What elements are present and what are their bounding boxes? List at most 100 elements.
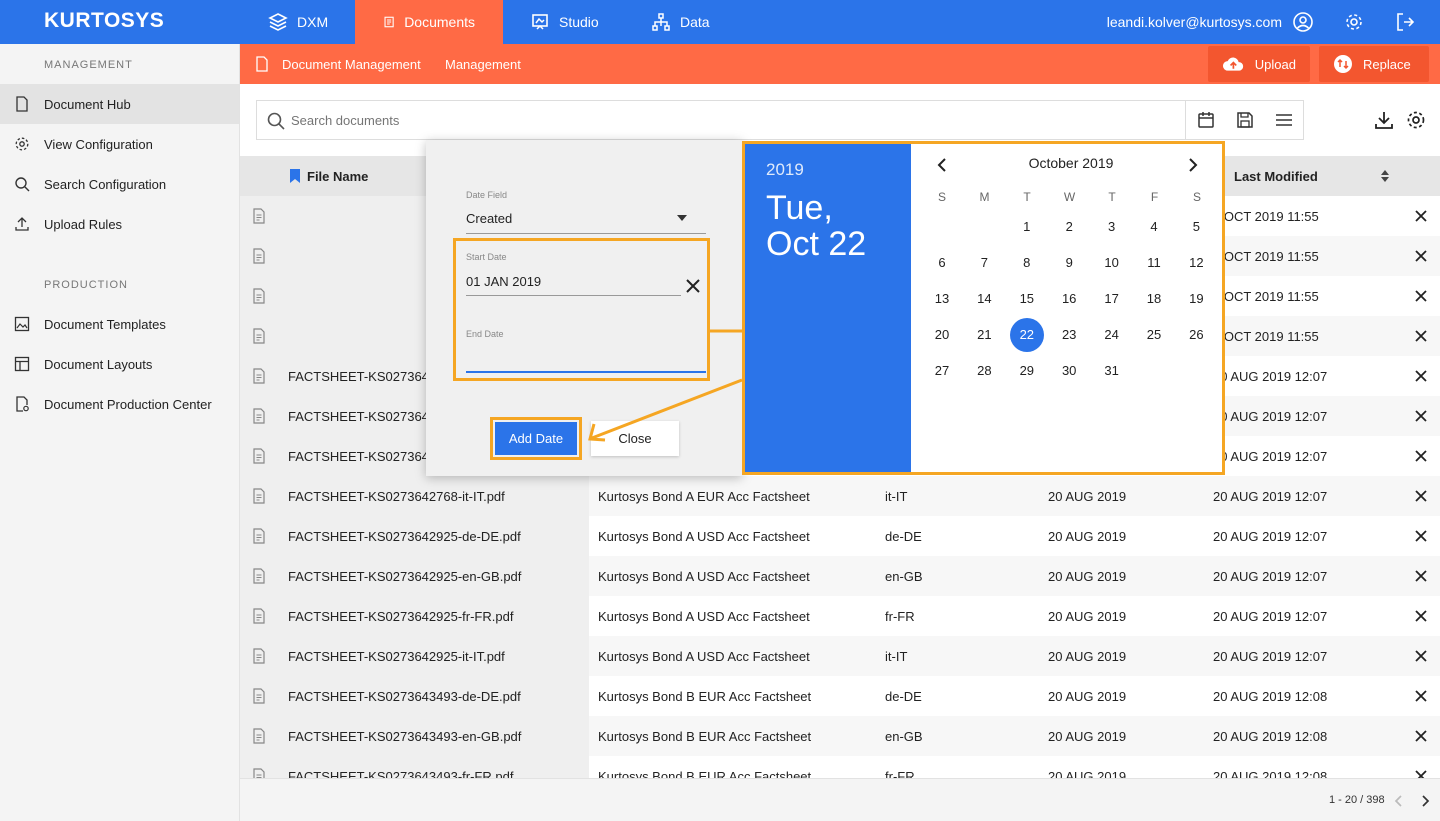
cell-file-name[interactable]: FACTSHEET-KS027364: [288, 409, 429, 424]
delete-icon[interactable]: [1414, 489, 1428, 503]
nav-tab-documents[interactable]: Documents: [355, 0, 503, 44]
sidebar-item-search-configuration[interactable]: Search Configuration: [0, 164, 239, 204]
delete-icon[interactable]: [1414, 729, 1428, 743]
sidebar-item-document-production-center[interactable]: Document Production Center: [0, 384, 239, 424]
chevron-right-icon[interactable]: [1186, 157, 1200, 173]
calendar-day[interactable]: 9: [1052, 246, 1086, 280]
column-header-last-modified[interactable]: Last Modified: [1234, 169, 1318, 184]
calendar-day[interactable]: 16: [1052, 282, 1086, 316]
calendar-day[interactable]: 21: [967, 318, 1001, 352]
calendar-day[interactable]: 25: [1137, 318, 1171, 352]
chevron-right-icon[interactable]: [1419, 794, 1431, 808]
delete-icon[interactable]: [1414, 209, 1428, 223]
delete-icon[interactable]: [1414, 289, 1428, 303]
calendar-day[interactable]: 19: [1179, 282, 1213, 316]
breadcrumb-management[interactable]: Management: [445, 57, 521, 72]
delete-icon[interactable]: [1414, 689, 1428, 703]
calendar-day[interactable]: 2: [1052, 210, 1086, 244]
calendar-day[interactable]: 28: [967, 354, 1001, 388]
download-icon[interactable]: [1373, 109, 1395, 131]
delete-icon[interactable]: [1414, 329, 1428, 343]
selected-year[interactable]: 2019: [766, 160, 804, 180]
delete-icon[interactable]: [1414, 369, 1428, 383]
user-account-icon[interactable]: [1292, 11, 1314, 33]
cell-file-name[interactable]: FACTSHEET-KS0273643493-en-GB.pdf: [288, 729, 521, 744]
nav-tab-studio[interactable]: Studio: [530, 0, 627, 44]
calendar-day[interactable]: 7: [967, 246, 1001, 280]
cell-file-name[interactable]: FACTSHEET-KS0273642925-en-GB.pdf: [288, 569, 521, 584]
cell-file-name[interactable]: FACTSHEET-KS0273642925-fr-FR.pdf: [288, 609, 513, 624]
delete-icon[interactable]: [1414, 609, 1428, 623]
search-bar[interactable]: [256, 100, 1186, 140]
cell-file-name[interactable]: FACTSHEET-KS0273643493-de-DE.pdf: [288, 689, 521, 704]
calendar-day[interactable]: 5: [1179, 210, 1213, 244]
table-row[interactable]: FACTSHEET-KS0273642925-de-DE.pdf Kurtosys…: [240, 516, 1440, 556]
save-search-button[interactable]: [1225, 100, 1265, 140]
table-row[interactable]: FACTSHEET-KS0273642768-it-IT.pdf Kurtosys…: [240, 476, 1440, 516]
start-date-input[interactable]: 01 JAN 2019: [466, 268, 706, 296]
kurtosys-logo[interactable]: KURTOSYS: [44, 9, 164, 33]
nav-tab-data[interactable]: Data: [651, 0, 738, 44]
delete-icon[interactable]: [1414, 529, 1428, 543]
menu-button[interactable]: [1264, 100, 1304, 140]
table-row[interactable]: FACTSHEET-KS0273642925-en-GB.pdf Kurtosys…: [240, 556, 1440, 596]
calendar-day[interactable]: 4: [1137, 210, 1171, 244]
replace-button[interactable]: Replace: [1319, 46, 1429, 82]
calendar-day[interactable]: 3: [1095, 210, 1129, 244]
date-filter-button[interactable]: [1186, 100, 1226, 140]
calendar-day[interactable]: 17: [1095, 282, 1129, 316]
cell-file-name[interactable]: FACTSHEET-KS0273642925-de-DE.pdf: [288, 529, 521, 544]
sidebar-item-document-hub[interactable]: Document Hub: [0, 84, 239, 124]
clear-icon[interactable]: [685, 278, 701, 294]
calendar-day[interactable]: 1: [1010, 210, 1044, 244]
cell-file-name[interactable]: FACTSHEET-KS027364: [288, 369, 429, 384]
sidebar-item-document-templates[interactable]: Document Templates: [0, 304, 239, 344]
breadcrumb-document-management[interactable]: Document Management: [282, 57, 421, 72]
calendar-day[interactable]: 10: [1095, 246, 1129, 280]
calendar-day[interactable]: 26: [1179, 318, 1213, 352]
upload-button[interactable]: Upload: [1208, 46, 1310, 82]
calendar-day[interactable]: 15: [1010, 282, 1044, 316]
sidebar-item-document-layouts[interactable]: Document Layouts: [0, 344, 239, 384]
user-email[interactable]: leandi.kolver@kurtosys.com: [1107, 14, 1282, 30]
calendar-day[interactable]: 14: [967, 282, 1001, 316]
add-date-button[interactable]: Add Date: [495, 422, 577, 455]
calendar-day-selected[interactable]: 22: [1009, 318, 1044, 352]
calendar-day[interactable]: 24: [1095, 318, 1129, 352]
table-settings-icon[interactable]: [1405, 109, 1427, 131]
delete-icon[interactable]: [1414, 409, 1428, 423]
delete-icon[interactable]: [1414, 569, 1428, 583]
delete-icon[interactable]: [1414, 649, 1428, 663]
table-row[interactable]: FACTSHEET-KS0273643493-de-DE.pdf Kurtosys…: [240, 676, 1440, 716]
calendar-day[interactable]: 13: [925, 282, 959, 316]
table-row[interactable]: FACTSHEET-KS0273642925-fr-FR.pdf Kurtosys…: [240, 596, 1440, 636]
calendar-day[interactable]: 6: [925, 246, 959, 280]
cell-file-name[interactable]: FACTSHEET-KS027364: [288, 449, 429, 464]
sidebar-item-upload-rules[interactable]: Upload Rules: [0, 204, 239, 244]
calendar-day[interactable]: 11: [1137, 246, 1171, 280]
calendar-day[interactable]: 8: [1010, 246, 1044, 280]
cell-file-name[interactable]: FACTSHEET-KS0273642925-it-IT.pdf: [288, 649, 505, 664]
calendar-day[interactable]: 12: [1179, 246, 1213, 280]
logout-icon[interactable]: [1394, 11, 1416, 33]
calendar-day[interactable]: 29: [1010, 354, 1044, 388]
chevron-left-icon[interactable]: [935, 157, 949, 173]
nav-tab-dxm[interactable]: DXM: [268, 0, 356, 44]
delete-icon[interactable]: [1414, 249, 1428, 263]
column-header-file-name[interactable]: File Name: [307, 169, 368, 184]
calendar-day[interactable]: 30: [1052, 354, 1086, 388]
sort-icon[interactable]: [1380, 169, 1390, 183]
calendar-day[interactable]: 18: [1137, 282, 1171, 316]
date-field-select[interactable]: Created: [466, 204, 706, 234]
gear-icon[interactable]: [1343, 11, 1365, 33]
calendar-day[interactable]: 27: [925, 354, 959, 388]
calendar-day[interactable]: 20: [925, 318, 959, 352]
table-row[interactable]: FACTSHEET-KS0273642925-it-IT.pdf Kurtosys…: [240, 636, 1440, 676]
search-input[interactable]: [291, 109, 1171, 131]
chevron-left-icon[interactable]: [1393, 794, 1405, 808]
table-row[interactable]: FACTSHEET-KS0273643493-en-GB.pdf Kurtosys…: [240, 716, 1440, 756]
calendar-day[interactable]: 23: [1052, 318, 1086, 352]
cell-file-name[interactable]: FACTSHEET-KS0273642768-it-IT.pdf: [288, 489, 505, 504]
calendar-day[interactable]: 31: [1095, 354, 1129, 388]
sidebar-item-view-configuration[interactable]: View Configuration: [0, 124, 239, 164]
